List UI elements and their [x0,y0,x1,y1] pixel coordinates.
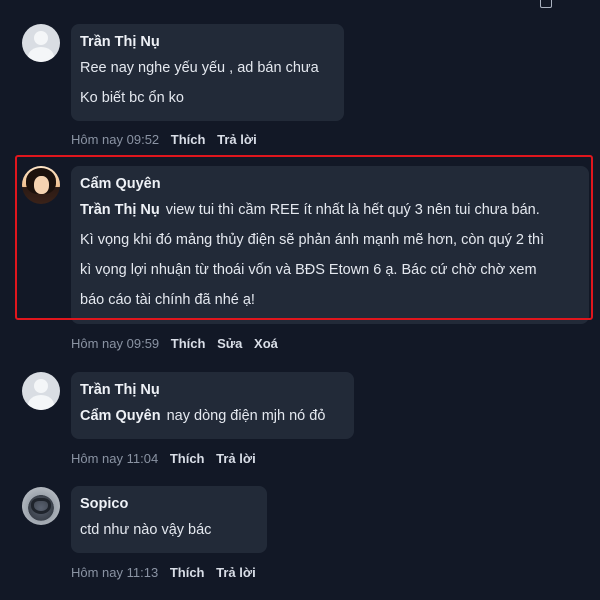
comment-timestamp: Hôm nay 09:59 [71,336,160,351]
avatar-photo-face [34,176,49,194]
comment-author[interactable]: Cẩm Quyên [80,174,579,194]
comment-text-line: kì vọng lợi nhuận từ thoái vốn và BĐS Et… [80,262,537,278]
avatar[interactable] [22,24,60,62]
comment-text-line: Ree nay nghe yếu yếu , ad bán chưa [80,60,319,76]
comment-text-fragment: nay dòng điện mjh nó đỏ [166,408,326,424]
steering-wheel-icon [31,498,51,514]
like-button[interactable]: Thích [171,336,206,351]
delete-button[interactable]: Xoá [254,336,278,351]
like-button[interactable]: Thích [171,132,206,147]
comment-author[interactable]: Sopico [80,494,257,514]
avatar[interactable] [22,372,60,410]
comment-text-line: Kì vọng khi đó mảng thủy điện sẽ phản án… [80,232,545,248]
comment-text-line: ctd như nào vậy bác [80,522,212,538]
comment-timestamp: Hôm nay 09:52 [71,132,160,147]
comment-bubble: Trần Thị Nụ Ree nay nghe yếu yếu , ad bá… [71,24,344,121]
comment-text-fragment: view tui thì cầm REE ít nhất là hết quý … [165,202,540,218]
mention-link[interactable]: Trần Thị Nụ [80,202,160,218]
edit-button[interactable]: Sửa [217,336,242,351]
options-icon[interactable] [540,0,552,8]
comment-meta: Hôm nay 11:04 Thích Trả lời [71,451,256,466]
comment-author[interactable]: Trần Thị Nụ [80,32,334,52]
reply-button[interactable]: Trả lời [216,565,256,580]
avatar[interactable] [22,487,60,525]
reply-button[interactable]: Trả lời [217,132,257,147]
comment-bubble: Cẩm Quyên Trần Thị Nụ view tui thì cầm RE… [71,166,589,324]
comment-text-line: Trần Thị Nụ view tui thì cầm REE ít nhất … [80,195,579,225]
comment-timestamp: Hôm nay 11:13 [71,565,159,580]
like-button[interactable]: Thích [170,565,205,580]
comment-timestamp: Hôm nay 11:04 [71,451,159,466]
comment-meta: Hôm nay 09:59 Thích Sửa Xoá [71,336,278,351]
comment-bubble: Trần Thị Nụ Cẩm Quyên nay dòng điện mjh n… [71,372,354,439]
comment-meta: Hôm nay 11:13 Thích Trả lời [71,565,256,580]
reply-button[interactable]: Trả lời [216,451,256,466]
comment-author[interactable]: Trần Thị Nụ [80,380,344,400]
comment-text-line: Ko biết bc ổn ko [80,90,184,106]
comment-text-line: báo cáo tài chính đã nhé ạ! [80,292,255,308]
like-button[interactable]: Thích [170,451,205,466]
comment-thread: Trần Thị Nụ Ree nay nghe yếu yếu , ad bá… [0,0,600,600]
comment-bubble: Sopico ctd như nào vậy bác [71,486,267,553]
avatar[interactable] [22,166,60,204]
comment-meta: Hôm nay 09:52 Thích Trả lời [71,132,257,147]
top-toolbar-cutoff [0,0,600,8]
mention-link[interactable]: Cẩm Quyên [80,408,161,424]
comment-text-line: Cẩm Quyên nay dòng điện mjh nó đỏ [80,401,344,431]
